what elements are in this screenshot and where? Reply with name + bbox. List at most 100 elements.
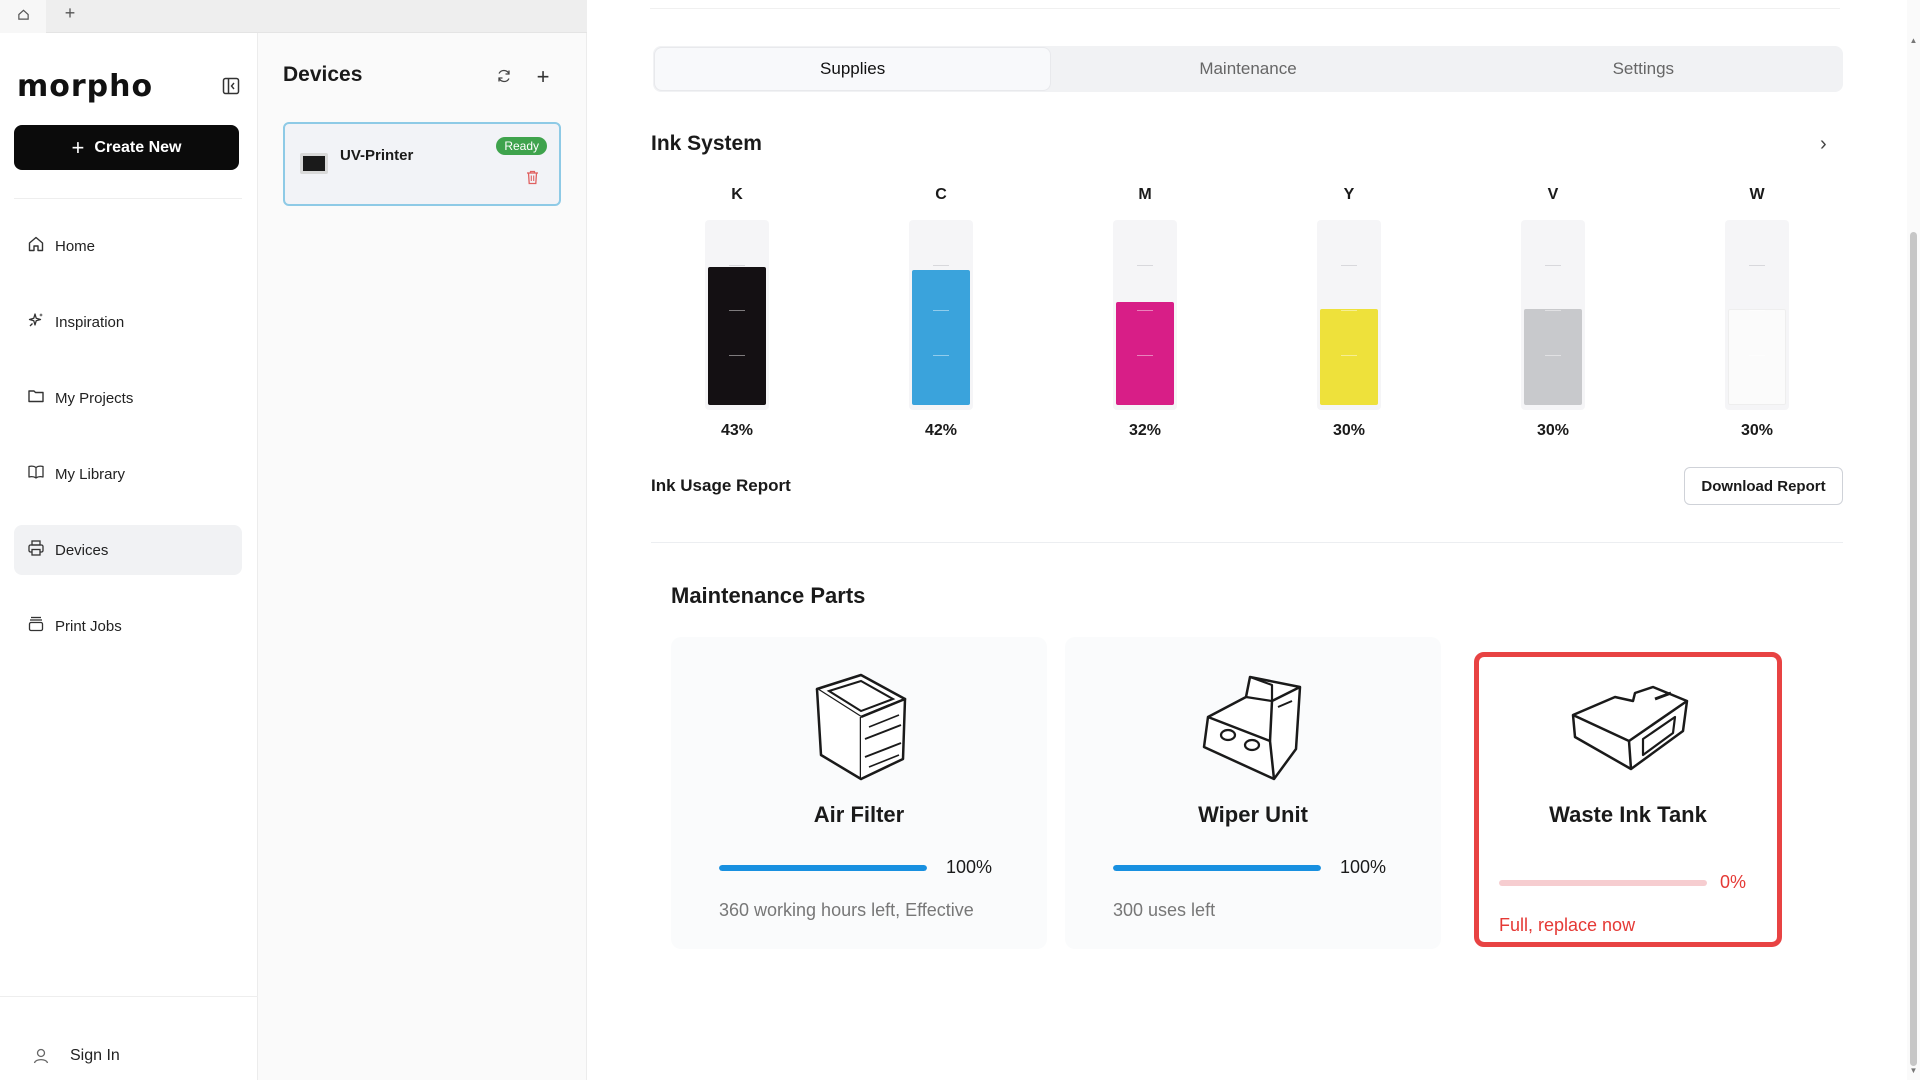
sidebar-divider — [14, 198, 242, 199]
device-thumbnail — [300, 153, 328, 174]
device-tabs: Supplies Maintenance Settings — [653, 46, 1843, 92]
sidebar-item-print-jobs[interactable]: Print Jobs — [14, 601, 242, 651]
user-icon — [26, 1041, 56, 1071]
ink-tube — [909, 220, 973, 410]
app-logo: morpho — [17, 69, 154, 104]
ink-tube-tick — [933, 265, 949, 266]
ink-tube-tick — [1341, 310, 1357, 311]
ink-tube — [1725, 220, 1789, 410]
sidebar-footer-divider — [0, 996, 258, 997]
part-progress-fill — [1113, 865, 1321, 871]
home-icon — [17, 8, 30, 26]
sparkle-icon — [27, 311, 45, 333]
ink-tube-tick — [1341, 355, 1357, 356]
ink-level-fill — [1116, 302, 1174, 405]
ink-tube-tick — [1137, 265, 1153, 266]
ink-tube — [1521, 220, 1585, 410]
ink-tube-tick — [1545, 355, 1561, 356]
air-filter-icon — [671, 667, 1047, 787]
sidebar-item-my-projects[interactable]: My Projects — [14, 373, 242, 423]
ink-percent: 30% — [1536, 422, 1570, 439]
part-name: Wiper Unit — [1198, 802, 1308, 827]
tab-maintenance[interactable]: Maintenance — [1050, 48, 1445, 90]
top-divider — [650, 8, 1840, 9]
ink-tube-tick — [1137, 310, 1153, 311]
sidebar-toggle-icon — [222, 77, 240, 100]
part-name: Waste Ink Tank — [1549, 802, 1707, 827]
ink-tube-tick — [1341, 265, 1357, 266]
devices-panel: Devices + UV-Printer Ready — [258, 33, 587, 1080]
part-percent: 100% — [946, 857, 993, 877]
ink-tube — [1113, 220, 1177, 410]
chevron-right-icon[interactable]: › — [1820, 133, 1827, 156]
part-card-air-filter[interactable]: Air Filter 100% 360 working hours left, … — [671, 637, 1047, 949]
part-status: 300 uses left — [1113, 900, 1216, 920]
ink-percent: 30% — [1332, 422, 1366, 439]
ink-letter: W — [1749, 186, 1765, 203]
ink-column-w: W 30% — [1722, 186, 1792, 440]
sidebar-item-my-library[interactable]: My Library — [14, 449, 242, 499]
collapse-sidebar-button[interactable] — [220, 77, 242, 99]
new-tab-button[interactable]: + — [58, 0, 82, 26]
part-percent: 100% — [1340, 857, 1387, 877]
part-status: Full, replace now — [1499, 915, 1636, 935]
ink-tube — [1317, 220, 1381, 410]
part-progress-fill — [719, 865, 927, 871]
sign-in-button[interactable]: Sign In — [26, 1041, 120, 1071]
ink-level-fill — [912, 270, 970, 405]
part-percent: 0% — [1720, 872, 1747, 892]
ink-tube-tick — [1749, 265, 1765, 266]
create-new-button[interactable]: + Create New — [14, 125, 239, 170]
scroll-up-icon[interactable]: ▲ — [1909, 36, 1918, 45]
ink-letter: K — [731, 186, 743, 203]
part-card-waste-ink-tank[interactable]: Waste Ink Tank 0% Full, replace now — [1474, 652, 1782, 947]
ink-percent: 42% — [924, 422, 958, 439]
sidebar-item-inspiration[interactable]: Inspiration — [14, 297, 242, 347]
browser-tab-strip: + — [0, 0, 587, 33]
ink-letter: M — [1138, 186, 1152, 203]
ink-letter: Y — [1343, 186, 1355, 203]
part-card-wiper-unit[interactable]: Wiper Unit 100% 300 uses left — [1065, 637, 1441, 949]
maintenance-parts-title: Maintenance Parts — [671, 583, 866, 608]
ink-column-k: K 43% — [702, 186, 772, 440]
create-new-label: Create New — [94, 138, 182, 156]
tab-supplies[interactable]: Supplies — [655, 48, 1051, 90]
ink-tube-tick — [933, 355, 949, 356]
delete-device-button[interactable] — [524, 170, 540, 190]
folder-icon — [27, 387, 45, 409]
ink-percent: 32% — [1128, 422, 1162, 439]
tab-settings[interactable]: Settings — [1446, 48, 1841, 90]
home-tab[interactable] — [0, 0, 46, 33]
scroll-down-icon[interactable]: ▼ — [1909, 1066, 1918, 1075]
sign-in-label: Sign In — [70, 1047, 120, 1064]
device-name: UV-Printer — [340, 147, 414, 164]
trash-icon — [526, 170, 539, 190]
sidebar-item-label: Home — [55, 237, 96, 255]
ink-tube-tick — [1545, 265, 1561, 266]
sidebar-item-home[interactable]: Home — [14, 221, 242, 271]
download-report-button[interactable]: Download Report — [1684, 467, 1843, 505]
part-progress-bar — [719, 865, 927, 871]
part-progress-bar — [1113, 865, 1321, 871]
main-content: Supplies Maintenance Settings Ink System… — [587, 0, 1907, 1080]
ink-tube-tick — [1749, 355, 1765, 356]
ink-percent: 30% — [1740, 422, 1774, 439]
ink-tube-tick — [729, 355, 745, 356]
plus-icon: + — [71, 134, 85, 160]
plus-icon: + — [536, 64, 550, 89]
ink-column-y: Y 30% — [1314, 186, 1384, 440]
sidebar-item-devices[interactable]: Devices — [14, 525, 242, 575]
device-card[interactable]: UV-Printer Ready — [283, 122, 561, 206]
ink-level-fill — [1320, 309, 1378, 405]
ink-system-title: Ink System — [651, 132, 762, 155]
scrollbar-thumb[interactable] — [1910, 232, 1917, 1066]
refresh-button[interactable] — [493, 67, 515, 89]
devices-title: Devices — [283, 63, 363, 86]
ink-tube-tick — [729, 265, 745, 266]
add-device-button[interactable]: + — [532, 64, 554, 90]
status-badge: Ready — [496, 137, 547, 155]
ink-usage-report-label: Ink Usage Report — [651, 476, 791, 495]
part-progress-bar — [1499, 880, 1707, 886]
sidebar-item-label: Inspiration — [55, 313, 125, 331]
scrollbar[interactable]: ▲ ▼ — [1907, 0, 1920, 1080]
